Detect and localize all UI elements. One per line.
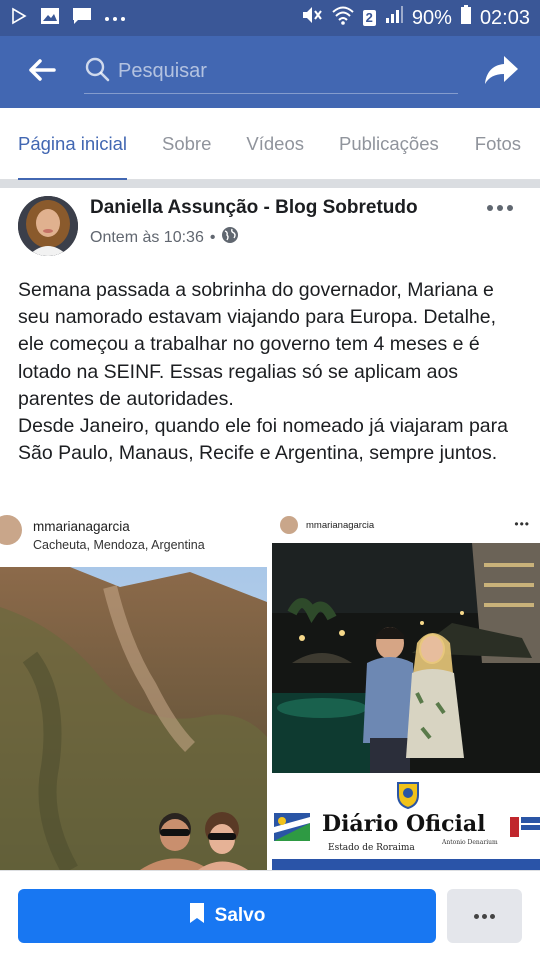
back-button[interactable]	[0, 36, 84, 108]
search-icon	[84, 56, 110, 87]
instagram-location: Cacheuta, Mendoza, Argentina	[33, 538, 205, 552]
status-bar: 2 90% 02:03	[0, 0, 540, 36]
dot-icon	[507, 205, 513, 211]
back-arrow-icon	[28, 58, 56, 87]
post-options-button[interactable]	[482, 198, 518, 218]
dot-icon	[482, 913, 487, 919]
saved-button-label: Salvo	[214, 905, 266, 926]
status-right-icons: 2 90% 02:03	[301, 5, 530, 31]
status-left-icons	[10, 7, 126, 30]
dot-icon	[497, 205, 503, 211]
author-avatar[interactable]	[18, 196, 78, 256]
post-paragraph: Desde Janeiro, quando ele foi nomeado já…	[18, 415, 508, 465]
post-photo-left[interactable]: mmarianagarcia Cacheuta, Mendoza, Argent…	[0, 507, 267, 870]
instagram-header: mmarianagarcia Cacheuta, Mendoza, Argent…	[0, 507, 267, 565]
dot-icon	[474, 913, 479, 919]
post-paragraph: Semana passada a sobrinha do governador,…	[18, 279, 497, 410]
instagram-header: mmarianagarcia •••	[272, 507, 540, 543]
imprensa-oficial-logo-icon	[510, 815, 540, 846]
signal-icon	[384, 5, 404, 31]
globe-icon	[221, 226, 239, 249]
instagram-username: mmarianagarcia	[306, 520, 375, 531]
share-button[interactable]	[482, 52, 522, 92]
message-icon	[72, 7, 92, 30]
night-couple-photo	[272, 543, 540, 773]
post-author-name[interactable]: Daniella Assunção - Blog Sobretudo	[90, 197, 418, 219]
clock: 02:03	[479, 6, 530, 29]
post-meta: Ontem às 10:36 •	[90, 226, 239, 249]
dot-icon	[490, 913, 495, 919]
post-timestamp[interactable]: Ontem às 10:36	[90, 229, 204, 247]
coat-of-arms-icon	[394, 779, 422, 814]
app-header	[0, 36, 540, 108]
share-arrow-icon	[484, 54, 520, 91]
tab-posts[interactable]: Publicações	[339, 108, 439, 180]
more-notifications-icon	[104, 9, 126, 27]
post-body: Semana passada a sobrinha do governador,…	[18, 277, 523, 467]
instagram-avatar	[0, 515, 22, 545]
newspaper-header-bar	[272, 859, 540, 870]
newspaper-signature: Antonio Denarium	[442, 839, 498, 846]
tab-videos[interactable]: Vídeos	[246, 108, 304, 180]
gallery-icon	[40, 7, 60, 30]
dot-icon	[487, 205, 493, 211]
tab-home[interactable]: Página inicial	[18, 108, 128, 181]
roraima-flag-icon	[274, 813, 310, 846]
search-input[interactable]	[118, 60, 438, 83]
tab-photos[interactable]: Fotos	[475, 108, 521, 180]
play-store-icon	[10, 7, 28, 30]
diario-oficial-clipping: Diário Oficial Estado de Roraima Antonio…	[272, 773, 540, 870]
wifi-icon	[331, 5, 355, 31]
instagram-username: mmarianagarcia	[33, 519, 130, 534]
battery-percent: 90%	[411, 6, 452, 29]
saved-button[interactable]: Salvo	[18, 889, 436, 943]
section-divider	[0, 180, 540, 188]
meta-separator: •	[209, 228, 216, 246]
tab-about[interactable]: Sobre	[162, 108, 211, 180]
instagram-more-icon: •••	[514, 517, 530, 531]
newspaper-title: Diário Oficial	[322, 811, 486, 837]
mountain-photo	[0, 567, 267, 870]
page-tabs: Página inicial Sobre Vídeos Publicações …	[0, 108, 540, 181]
mute-icon	[301, 5, 323, 31]
bookmark-icon	[189, 902, 205, 930]
post-photo-right[interactable]: mmarianagarcia ••• Diário Oficial Estado…	[272, 507, 540, 870]
sim-slot-badge: 2	[362, 10, 376, 26]
search-bar[interactable]	[84, 50, 458, 94]
battery-icon	[460, 5, 472, 31]
instagram-avatar	[280, 516, 298, 534]
bottom-action-bar: Salvo	[0, 870, 540, 960]
more-actions-button[interactable]	[447, 889, 522, 943]
newspaper-subtitle: Estado de Roraima	[328, 843, 415, 853]
